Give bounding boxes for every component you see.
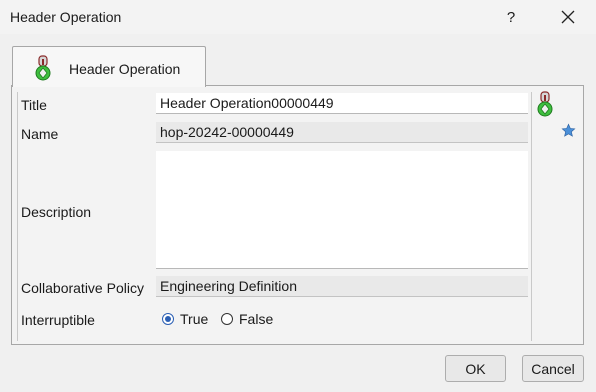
radio-true-indicator <box>162 313 174 325</box>
header-operation-icon <box>35 55 51 81</box>
title-bar: Header Operation ? <box>0 0 596 34</box>
tab-label: Header Operation <box>69 61 181 77</box>
radio-false[interactable]: False <box>221 311 273 327</box>
close-icon <box>561 10 575 24</box>
window-title: Header Operation <box>10 9 122 25</box>
help-button[interactable]: ? <box>494 2 528 32</box>
interruptible-label: Interruptible <box>21 312 95 328</box>
collaborative-policy-label: Collaborative Policy <box>21 280 144 296</box>
radio-true-label: True <box>180 311 209 327</box>
name-field: hop-20242-00000449 <box>156 122 528 143</box>
cancel-button-label: Cancel <box>531 360 575 377</box>
title-field[interactable]: Header Operation00000449 <box>156 93 528 114</box>
collaborative-policy-field: Engineering Definition <box>156 276 528 297</box>
ok-button[interactable]: OK <box>445 355 506 382</box>
lifecycle-state-icon <box>537 91 553 117</box>
help-label: ? <box>506 8 516 26</box>
tab-header-operation[interactable]: Header Operation <box>12 46 206 87</box>
radio-true[interactable]: True <box>162 311 208 327</box>
radio-false-label: False <box>239 311 274 327</box>
cancel-button[interactable]: Cancel <box>522 355 584 382</box>
star-icon[interactable] <box>561 123 576 138</box>
radio-false-indicator <box>221 313 233 325</box>
name-label: Name <box>21 126 59 142</box>
ok-button-label: OK <box>465 360 486 377</box>
description-label: Description <box>21 204 92 220</box>
description-field[interactable] <box>156 151 528 269</box>
close-button[interactable] <box>548 2 588 32</box>
title-label: Title <box>21 97 47 113</box>
